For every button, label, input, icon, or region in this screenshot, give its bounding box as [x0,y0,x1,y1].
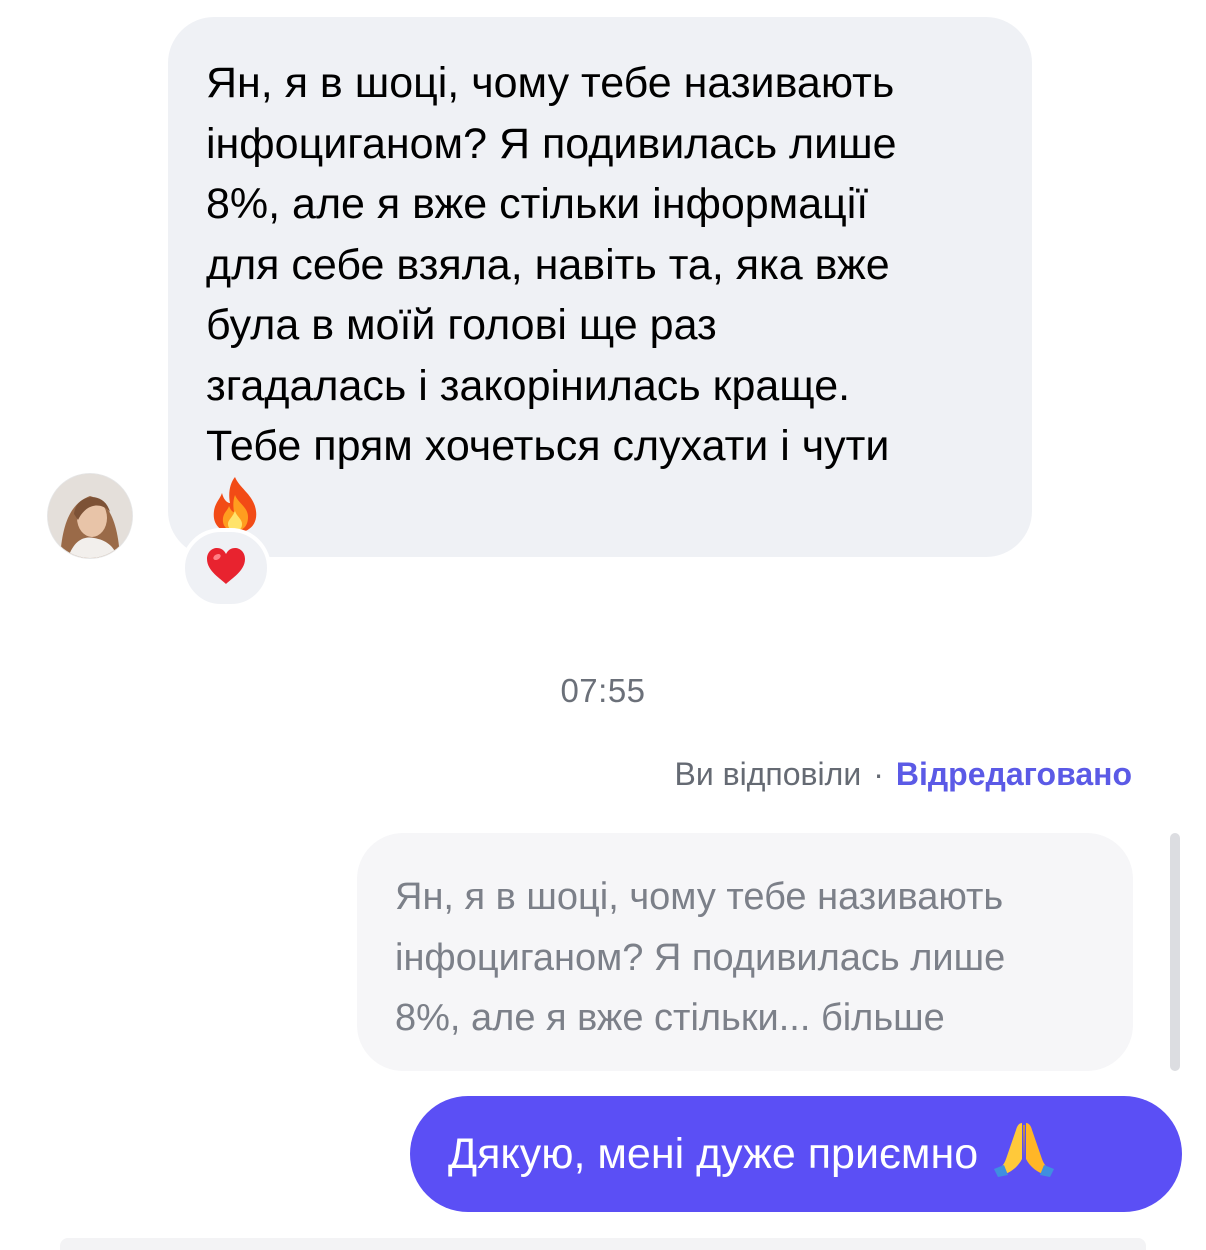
incoming-message-bubble[interactable]: Ян, я в шоці, чому тебе називають інфоци… [168,17,1032,557]
composer-edge [60,1238,1146,1250]
fire-icon [206,475,992,540]
message-timestamp: 07:55 [560,672,646,709]
reply-header: Ви відповіли · Відредаговано [675,756,1132,793]
heart-reaction[interactable] [181,528,271,608]
incoming-message-text: Ян, я в шоці, чому тебе називають інфоци… [206,59,897,470]
replied-label: Ви відповіли [674,756,862,792]
outgoing-message-text: Дякую, мені дуже приємно [448,1129,979,1178]
separator-dot: · [873,756,884,792]
avatar-photo [48,474,132,558]
folded-hands-icon [992,1119,1056,1182]
red-heart-icon [205,546,247,591]
outgoing-message-bubble[interactable]: Дякую, мені дуже приємно [410,1096,1182,1212]
quoted-message-text: Ян, я в шоці, чому тебе називають інфоци… [395,876,1006,1039]
edited-link[interactable]: Відредаговано [896,756,1132,792]
sender-avatar[interactable] [48,474,132,558]
quote-indicator-bar [1170,833,1180,1071]
quoted-message-bubble[interactable]: Ян, я в шоці, чому тебе називають інфоци… [357,833,1133,1071]
